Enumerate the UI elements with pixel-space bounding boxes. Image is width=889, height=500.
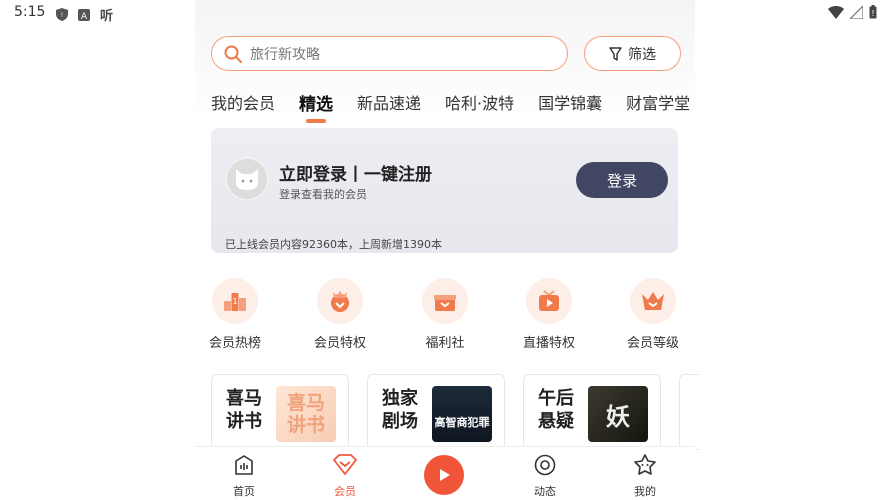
shield-icon: ! [56, 8, 68, 21]
home-icon [235, 455, 253, 475]
app-panel: 旅行新攻略 筛选 我的会员 精选 新品速递 哈利·波特 国学锦囊 财富学堂 立即… [195, 0, 699, 500]
signal-icon [850, 5, 863, 19]
a-icon: A [78, 8, 90, 21]
search-placeholder: 旅行新攻略 [250, 46, 320, 63]
login-card: 立即登录丨一键注册 登录查看我的会员 登录 已上线会员内容92360本，上周新增… [211, 128, 678, 253]
profile-star-icon [634, 454, 656, 475]
tab-new-releases[interactable]: 新品速递 [357, 90, 421, 115]
status-icons-right: ! [828, 5, 877, 19]
crown-icon [630, 278, 676, 324]
crown-badge-icon [317, 278, 363, 324]
feature-member-privileges[interactable]: 会员特权 [300, 278, 380, 351]
ranking-icon: 1 [212, 278, 258, 324]
promo-card-himalaya-books[interactable]: 喜马讲书 喜马讲书 [211, 374, 349, 450]
nav-label: 动态 [534, 485, 556, 498]
promo-card-partial[interactable] [679, 374, 699, 450]
promo-card-image-text: 妖 [606, 401, 630, 431]
search-input[interactable]: 旅行新攻略 [211, 36, 568, 71]
category-tabs: 我的会员 精选 新品速递 哈利·波特 国学锦囊 财富学堂 [211, 90, 690, 115]
promo-card-exclusive-theater[interactable]: 独家剧场 高智商犯罪 [367, 374, 505, 450]
play-icon [440, 469, 450, 481]
promo-card-image-text: 高智商犯罪 [434, 416, 490, 429]
tab-my-membership[interactable]: 我的会员 [211, 90, 275, 115]
promo-card-image-text: 喜马讲书 [286, 392, 325, 436]
feature-member-level[interactable]: 会员等级 [613, 278, 693, 351]
svg-text:!: ! [61, 12, 63, 19]
nav-feed[interactable]: 动态 [515, 453, 575, 499]
promo-card-image: 高智商犯罪 [432, 386, 492, 442]
status-time: 5:15 [14, 4, 46, 20]
svg-text:A: A [81, 12, 88, 21]
status-icons-left: ! A 听 [56, 5, 113, 24]
nav-profile[interactable]: 我的 [615, 453, 675, 499]
live-tv-icon [526, 278, 572, 324]
login-title[interactable]: 立即登录丨一键注册 [279, 160, 432, 185]
feature-label: 直播特权 [522, 336, 575, 351]
nav-label: 首页 [233, 485, 255, 498]
filter-icon [609, 46, 622, 61]
nav-vip[interactable]: 会员 [315, 453, 375, 499]
login-button[interactable]: 登录 [576, 162, 668, 198]
feature-label: 会员热榜 [208, 336, 261, 351]
feature-member-ranking[interactable]: 1 会员热榜 [195, 278, 275, 351]
nav-label: 我的 [634, 485, 656, 498]
feature-label: 会员特权 [313, 336, 366, 351]
listen-icon: 听 [100, 9, 114, 24]
filter-button[interactable]: 筛选 [584, 36, 681, 71]
vip-diamond-icon [333, 454, 357, 475]
tab-wealth-school[interactable]: 财富学堂 [626, 90, 690, 115]
promo-card-image: 妖 [588, 386, 648, 442]
cat-avatar-icon [236, 169, 258, 190]
promo-card-afternoon-suspense[interactable]: 午后悬疑 妖 [523, 374, 661, 450]
tab-featured[interactable]: 精选 [299, 90, 333, 115]
wifi-icon [828, 5, 844, 19]
compass-icon [534, 454, 556, 476]
tab-harry-potter[interactable]: 哈利·波特 [445, 90, 514, 115]
nav-label: 会员 [334, 485, 356, 498]
feature-label: 福利社 [425, 336, 465, 351]
svg-text:!: ! [871, 9, 874, 18]
search-icon [224, 45, 242, 63]
feature-welfare-club[interactable]: 福利社 [405, 278, 485, 351]
play-button[interactable] [424, 455, 464, 495]
gift-icon [422, 278, 468, 324]
avatar[interactable] [225, 157, 269, 201]
nav-home[interactable]: 首页 [214, 453, 274, 499]
promo-card-image: 喜马讲书 [276, 386, 336, 442]
feature-live-privileges[interactable]: 直播特权 [509, 278, 589, 351]
svg-text:1: 1 [232, 297, 237, 306]
tab-chinese-classics[interactable]: 国学锦囊 [538, 90, 602, 115]
promo-card-title: 独家剧场 [382, 388, 418, 432]
filter-label: 筛选 [628, 46, 656, 63]
feature-label: 会员等级 [626, 336, 679, 351]
battery-icon: ! [869, 5, 877, 19]
promo-card-title: 午后悬疑 [538, 388, 574, 432]
promo-card-title: 喜马讲书 [226, 388, 262, 432]
login-subtitle: 登录查看我的会员 [279, 188, 367, 201]
screen: 5:15 ! A 听 ! 旅行新攻略 筛选 我的会员 精选 新品速递 哈利·波特… [0, 0, 889, 500]
member-content-stat: 已上线会员内容92360本，上周新增1390本 [225, 238, 442, 251]
bottom-nav: 首页 会员 动态 我的 [195, 446, 695, 500]
